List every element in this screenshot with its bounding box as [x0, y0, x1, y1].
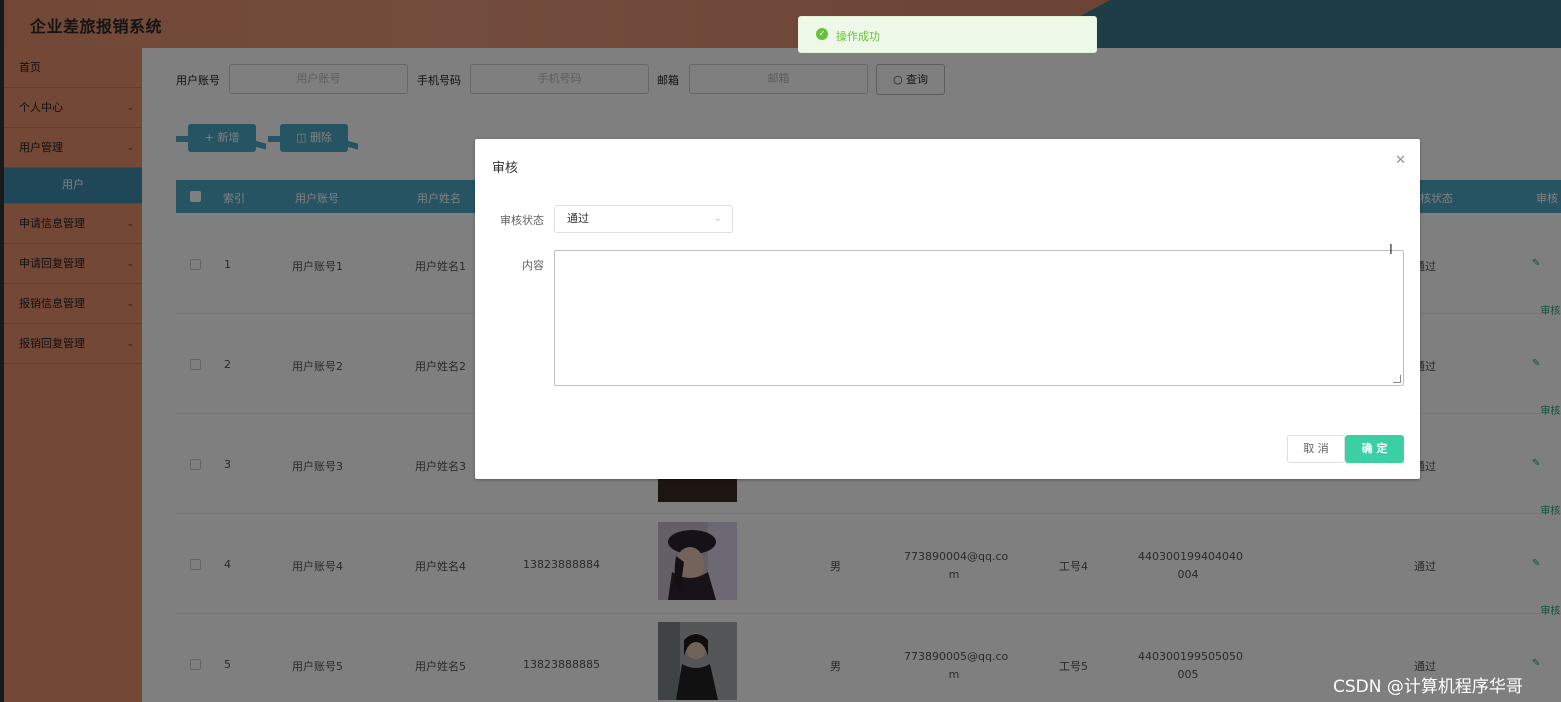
review-dialog: 审核 ✕ 审核状态 通过 ⌄ 内容 I 取 消 确 定	[475, 139, 1420, 479]
content-textarea[interactable]	[554, 250, 1404, 386]
check-circle-icon: ✓	[816, 28, 828, 40]
cancel-button[interactable]: 取 消	[1287, 435, 1345, 463]
success-toast: ✓ 操作成功	[798, 16, 1097, 53]
chevron-down-icon: ⌄	[713, 213, 722, 224]
dialog-title: 审核	[492, 161, 519, 176]
watermark: CSDN @计算机程序华哥	[1333, 677, 1523, 697]
resize-handle[interactable]	[1393, 375, 1401, 383]
text-cursor-icon: I	[1389, 243, 1393, 258]
status-label: 审核状态	[500, 214, 544, 227]
status-select[interactable]: 通过 ⌄	[554, 205, 733, 233]
content-label: 内容	[522, 259, 544, 272]
toast-message: 操作成功	[836, 30, 880, 43]
close-icon[interactable]: ✕	[1395, 153, 1406, 168]
confirm-button[interactable]: 确 定	[1345, 435, 1404, 463]
status-select-value: 通过	[567, 212, 589, 225]
